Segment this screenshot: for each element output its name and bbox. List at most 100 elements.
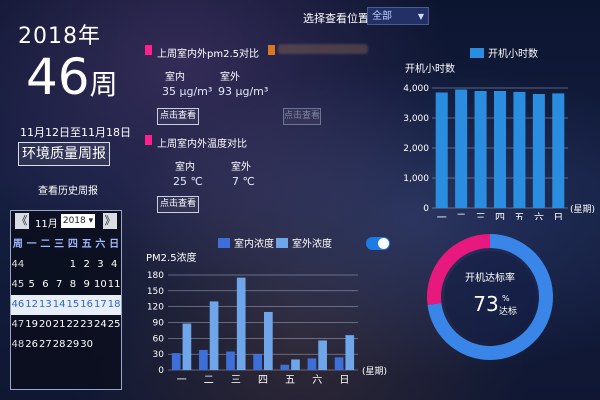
calendar-day[interactable]: 22 bbox=[66, 315, 80, 335]
calendar-day[interactable]: 15 bbox=[66, 295, 80, 315]
calendar-day[interactable]: 8 bbox=[66, 275, 80, 295]
bar-outdoor bbox=[318, 340, 327, 370]
calendar-week-row[interactable]: 47 19 20 21 22 23 24 25 bbox=[11, 315, 121, 335]
calendar-day[interactable]: 4 bbox=[107, 255, 121, 275]
calendar-day[interactable]: 30 bbox=[80, 335, 94, 355]
history-link[interactable]: 查看历史周报 bbox=[38, 182, 98, 197]
calendar-day[interactable]: 9 bbox=[80, 275, 94, 295]
calendar-day[interactable]: 2 bbox=[80, 255, 94, 275]
calendar-day[interactable]: 28 bbox=[52, 335, 66, 355]
y-tick-label: 90 bbox=[153, 319, 165, 329]
y-tick-label: 1,000 bbox=[403, 174, 429, 184]
calendar-week-number: 44 bbox=[11, 259, 25, 270]
pm25-indoor-label: 室内 bbox=[165, 72, 185, 83]
calendar-day[interactable]: 10 bbox=[94, 275, 108, 295]
bar-outdoor bbox=[182, 323, 192, 370]
location-select[interactable]: 全部 ▼ bbox=[367, 7, 429, 25]
temp-view-button[interactable]: 点击查看 bbox=[157, 196, 199, 213]
calendar-week-row[interactable]: 46 12 13 14 15 16 17 18 bbox=[11, 295, 121, 315]
x-tick-label: 五 bbox=[514, 213, 524, 220]
bar-outdoor bbox=[345, 335, 355, 370]
temp-outdoor-value: 7 ℃ bbox=[232, 175, 255, 188]
x-tick-label: 二 bbox=[204, 375, 214, 386]
calendar-week-number: 48 bbox=[11, 339, 25, 350]
x-tick-label: 一 bbox=[437, 213, 447, 220]
calendar-day[interactable]: 7 bbox=[52, 275, 66, 295]
calendar-day[interactable]: 6 bbox=[39, 275, 53, 295]
y-tick-label: 180 bbox=[147, 271, 164, 281]
calendar-day[interactable]: 21 bbox=[52, 315, 66, 335]
pm25-view-button[interactable]: 点击查看 bbox=[157, 108, 199, 125]
bar-hours bbox=[435, 92, 448, 208]
calendar-day bbox=[94, 335, 108, 355]
calendar-month: 11月 bbox=[35, 219, 58, 230]
legend-label-pm25: 室外浓度 bbox=[292, 237, 332, 250]
calendar-day[interactable]: 18 bbox=[107, 295, 121, 315]
chart-toggle[interactable] bbox=[366, 237, 390, 250]
y-tick-label: 4,000 bbox=[403, 84, 429, 94]
calendar-grid: 周一二三四五六日 44 1 2 3 4 45 5 6 7 8 9 10 11 46 12 13 14 15 16 17 1… bbox=[11, 235, 121, 355]
calendar-day[interactable]: 23 bbox=[80, 315, 94, 335]
x-tick-label: 五 bbox=[285, 375, 295, 386]
x-tick-label: 日 bbox=[339, 375, 349, 386]
x-tick-label: 四 bbox=[258, 375, 268, 386]
calendar-prev-button[interactable]: 《 bbox=[15, 213, 29, 229]
temp-indoor-label: 室内 bbox=[175, 162, 195, 173]
year-label: 2018年 bbox=[18, 24, 101, 49]
x-tick-label: 三 bbox=[476, 213, 486, 220]
y-tick-label: 0 bbox=[423, 204, 429, 214]
y-tick-label: 30 bbox=[153, 350, 165, 360]
calendar-day[interactable]: 1 bbox=[66, 255, 80, 275]
calendar-day[interactable]: 17 bbox=[94, 295, 108, 315]
calendar-weekday: 日 bbox=[109, 239, 120, 250]
legend-label-hours: 开机小时数 bbox=[488, 47, 538, 60]
calendar-weekday: 五 bbox=[81, 239, 92, 250]
y-tick-label: 150 bbox=[147, 287, 164, 297]
calendar-day[interactable]: 25 bbox=[107, 315, 121, 335]
calendar-next-button[interactable]: 》 bbox=[103, 213, 117, 229]
chevron-down-icon: ▼ bbox=[417, 12, 424, 21]
ghost-card-marker bbox=[268, 45, 275, 55]
calendar-weekday-row: 周一二三四五六日 bbox=[11, 235, 121, 255]
donut-value: 73 bbox=[473, 292, 498, 316]
calendar-day[interactable]: 13 bbox=[39, 295, 53, 315]
calendar-day[interactable]: 14 bbox=[52, 295, 66, 315]
calendar-day bbox=[52, 255, 66, 275]
ghost-view-button[interactable]: 点击查看 bbox=[283, 108, 321, 125]
calendar-year-select[interactable]: 2018 ▾ bbox=[61, 214, 95, 228]
ghost-card-title bbox=[278, 44, 368, 54]
pm25-chart: 室内浓度 室外浓度 PM2.5浓度 0 30 60 90 120 150 180 一 二 三 四 五 六 日 (星… bbox=[146, 237, 387, 386]
calendar-week-row[interactable]: 45 5 6 7 8 9 10 11 bbox=[11, 275, 121, 295]
x-tick-label: 六 bbox=[534, 212, 544, 220]
toggle-knob bbox=[378, 238, 389, 249]
calendar-day bbox=[39, 255, 53, 275]
x-tick-label: 六 bbox=[312, 374, 322, 386]
calendar-day[interactable]: 11 bbox=[107, 275, 121, 295]
legend-swatch-hours bbox=[470, 48, 484, 58]
calendar-week-row[interactable]: 44 1 2 3 4 bbox=[11, 255, 121, 275]
y-axis-title-hours: 开机小时数 bbox=[405, 62, 455, 75]
y-tick-label: 0 bbox=[158, 366, 164, 376]
calendar-day[interactable]: 5 bbox=[25, 275, 39, 295]
y-tick-label: 2,000 bbox=[403, 144, 429, 154]
pm25-card-title: 上周室内外pm2.5对比 bbox=[157, 49, 259, 60]
calendar-day[interactable]: 24 bbox=[94, 315, 108, 335]
week-unit: 周 bbox=[89, 68, 118, 101]
donut-title: 开机达标率 bbox=[465, 271, 515, 284]
calendar-day[interactable]: 26 bbox=[25, 335, 39, 355]
calendar-day[interactable]: 29 bbox=[66, 335, 80, 355]
report-title: 环境质量周报 bbox=[18, 142, 110, 166]
calendar-week-number: 46 bbox=[11, 299, 25, 310]
calendar-day[interactable]: 19 bbox=[25, 315, 39, 335]
legend-swatch-pm25 bbox=[276, 238, 288, 248]
calendar-day[interactable]: 12 bbox=[25, 295, 39, 315]
calendar-day[interactable]: 16 bbox=[80, 295, 94, 315]
calendar-day[interactable]: 3 bbox=[94, 255, 108, 275]
legend-swatch-pm25 bbox=[218, 238, 230, 248]
calendar-day[interactable]: 27 bbox=[39, 335, 53, 355]
calendar-day[interactable]: 20 bbox=[39, 315, 53, 335]
x-tick-label: 三 bbox=[231, 375, 241, 386]
calendar-week-row[interactable]: 48 26 27 28 29 30 bbox=[11, 335, 121, 355]
calendar-week-number: 45 bbox=[11, 279, 25, 290]
y-tick-label: 60 bbox=[153, 334, 165, 344]
